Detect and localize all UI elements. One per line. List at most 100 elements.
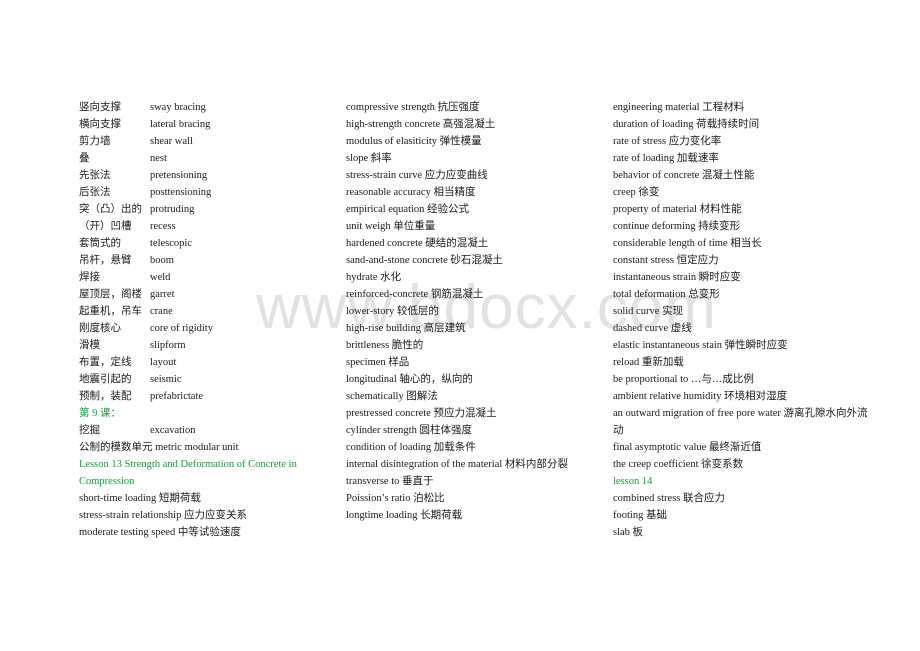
term-chinese: 叠 <box>79 153 90 164</box>
term-english: crane <box>150 306 173 317</box>
term-chinese: 起重机，吊车 <box>79 306 142 317</box>
glossary-entry: reasonable accuracy 相当精度 <box>346 187 476 198</box>
glossary-entry: unit weigh 单位重量 <box>346 221 436 232</box>
glossary-entry: slope 斜率 <box>346 153 392 164</box>
glossary-pair: 焊接 weld <box>79 269 334 286</box>
glossary-entry: final asymptotic value 最终渐近值 <box>613 442 762 453</box>
glossary-entry: compressive strength 抗压强度 <box>346 102 480 113</box>
glossary-pair: 屋顶层，阁楼 garret <box>79 286 334 303</box>
glossary-entry: considerable length of time 相当长 <box>613 238 762 249</box>
glossary-entry: transverse to 垂直于 <box>346 476 434 487</box>
glossary-entry: solid curve 实现 <box>613 306 683 317</box>
term-english: garret <box>150 289 175 300</box>
glossary-entry: longtime loading 长期荷载 <box>346 510 463 521</box>
term-english: lateral bracing <box>150 119 211 130</box>
term-chinese: 后张法 <box>79 187 111 198</box>
glossary-entry: longitudinal 轴心的，纵向的 <box>346 374 473 385</box>
glossary-entry: engineering material 工程材料 <box>613 102 745 113</box>
glossary-entry: prestressed concrete 预应力混凝土 <box>346 408 497 419</box>
glossary-entry: stress-strain relationship 应力应变关系 <box>79 510 247 521</box>
glossary-pair: 滑模 slipform <box>79 337 334 354</box>
glossary-entry: behavior of concrete 混凝土性能 <box>613 170 755 181</box>
term-chinese: 刚度核心 <box>79 323 121 334</box>
term-chinese: 地震引起的 <box>79 374 132 385</box>
glossary-pair: 挖掘 excavation <box>79 422 334 439</box>
glossary-entry: be proportional to …与…成比例 <box>613 374 754 385</box>
glossary-entry: schematically 图解法 <box>346 391 438 402</box>
term-english: pretensioning <box>150 170 208 181</box>
lesson-14-heading: lesson 14 <box>613 476 653 487</box>
term-chinese: 挖掘 <box>79 425 100 436</box>
glossary-pair: 地震引起的 seismic <box>79 371 334 388</box>
term-english: nest <box>150 153 167 164</box>
term-chinese: 竖向支撑 <box>79 102 121 113</box>
glossary-entry: hydrate 水化 <box>346 272 402 283</box>
lesson-13-heading: Lesson 13 Strength and Deformation of Co… <box>79 459 297 487</box>
glossary-pair: 套筒式的 telescopic <box>79 235 334 252</box>
term-english: layout <box>150 357 177 368</box>
glossary-entry: constant stress 恒定应力 <box>613 255 719 266</box>
glossary-pair: （开）凹槽 recess <box>79 218 334 235</box>
glossary-entry: continue deforming 持续变形 <box>613 221 741 232</box>
glossary-pair: 竖向支撑 sway bracing <box>79 99 334 116</box>
glossary-entry: footing 基础 <box>613 510 667 521</box>
glossary-entry: moderate testing speed 中等试验速度 <box>79 527 241 538</box>
glossary-entry: stress-strain curve 应力应变曲线 <box>346 170 488 181</box>
glossary-pair: 叠 nest <box>79 150 334 167</box>
term-chinese: （开）凹槽 <box>79 221 132 232</box>
glossary-entry: internal disintegration of the material … <box>346 459 568 470</box>
glossary-entry: elastic instantaneous stain 弹性瞬时应变 <box>613 340 788 351</box>
term-english: boom <box>150 255 174 266</box>
term-english: protruding <box>150 204 195 215</box>
glossary-entry: dashed curve 虚线 <box>613 323 692 334</box>
glossary-entry: ambient relative humidity 环境相对湿度 <box>613 391 788 402</box>
term-english: core of rigidity <box>150 323 213 334</box>
glossary-entry: an outward migration of free pore water … <box>613 408 868 436</box>
glossary-entry: reinforced-concrete 钢筋混凝土 <box>346 289 484 300</box>
glossary-pair: 横向支撑 lateral bracing <box>79 116 334 133</box>
term-chinese: 剪力墙 <box>79 136 111 147</box>
glossary-entry: 公制的模数单元 metric modular unit <box>79 442 239 453</box>
glossary-pair: 布置，定线 layout <box>79 354 334 371</box>
glossary-entry: cylinder strength 圆柱体强度 <box>346 425 472 436</box>
term-english: recess <box>150 221 176 232</box>
glossary-entry: rate of loading 加载速率 <box>613 153 719 164</box>
glossary-entry: rate of stress 应力变化率 <box>613 136 722 147</box>
term-chinese: 横向支撑 <box>79 119 121 130</box>
term-english: weld <box>150 272 171 283</box>
term-english: posttensioning <box>150 187 212 198</box>
glossary-entry: instantaneous strain 瞬时应变 <box>613 272 741 283</box>
glossary-entry: Poission’s ratio 泊松比 <box>346 493 445 504</box>
glossary-entry: the creep coefficient 徐变系数 <box>613 459 744 470</box>
term-chinese: 屋顶层，阁楼 <box>79 289 142 300</box>
document-page: www.bdocx.com 竖向支撑 sway bracing 横向支撑 latera… <box>0 0 920 651</box>
term-chinese: 布置，定线 <box>79 357 132 368</box>
glossary-entry: modulus of elasiticity 弹性模量 <box>346 136 482 147</box>
glossary-entry: lower-story 较低层的 <box>346 306 439 317</box>
term-english: shear wall <box>150 136 193 147</box>
term-chinese: 吊杆，悬臂 <box>79 255 132 266</box>
glossary-pair: 预制，装配 prefabrictate <box>79 388 334 405</box>
term-chinese: 先张法 <box>79 170 111 181</box>
glossary-pair: 先张法 pretensioning <box>79 167 334 184</box>
glossary-entry: sand-and-stone concrete 砂石混凝土 <box>346 255 503 266</box>
lesson-9-heading: 第 9 课： <box>79 408 121 419</box>
glossary-entry: property of material 材料性能 <box>613 204 742 215</box>
column-3: engineering material 工程材料 duration of loa… <box>613 99 875 541</box>
term-english: sway bracing <box>150 102 206 113</box>
term-english: slipform <box>150 340 186 351</box>
glossary-pair: 吊杆，悬臂 boom <box>79 252 334 269</box>
glossary-entry: creep 徐变 <box>613 187 660 198</box>
glossary-pair: 起重机，吊车 crane <box>79 303 334 320</box>
glossary-entry: empirical equation 经验公式 <box>346 204 470 215</box>
term-chinese: 突（凸）出的 <box>79 204 142 215</box>
column-2: compressive strength 抗压强度 high-strength c… <box>346 99 604 524</box>
term-english: excavation <box>150 425 196 436</box>
term-english: telescopic <box>150 238 192 249</box>
glossary-entry: duration of loading 荷载持续时间 <box>613 119 760 130</box>
glossary-entry: specimen 样品 <box>346 357 410 368</box>
glossary-entry: hardened concrete 硬结的混凝土 <box>346 238 489 249</box>
glossary-entry: total deformation 总变形 <box>613 289 720 300</box>
term-chinese: 焊接 <box>79 272 100 283</box>
glossary-entry: reload 重新加载 <box>613 357 684 368</box>
